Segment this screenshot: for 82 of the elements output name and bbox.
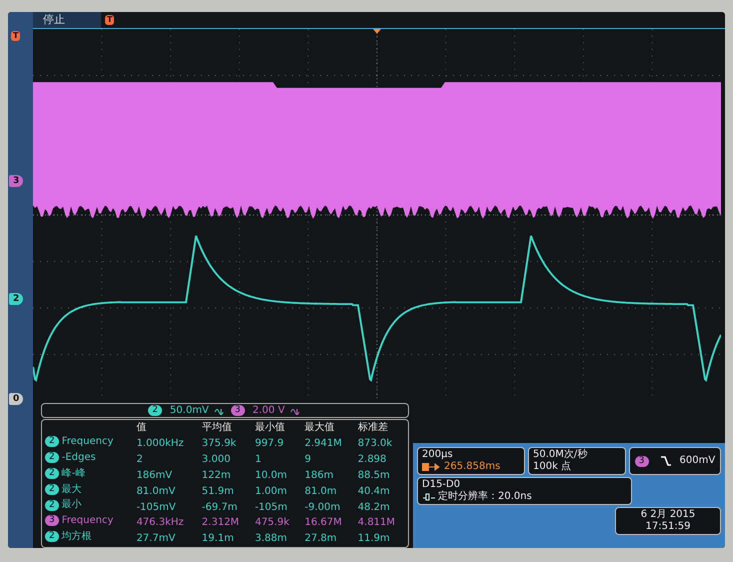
channel-badge: 3 (230, 405, 245, 416)
table-cell: 81.0mV (136, 486, 176, 497)
date: 6 2月 2015 (640, 509, 696, 521)
run-status: 停止 (33, 12, 101, 28)
table-cell: 16.67M (304, 517, 342, 528)
channel-badge: 2 (45, 484, 59, 495)
table-cell: 19.1m (202, 533, 234, 544)
table-cell: 1 (254, 454, 262, 465)
channel-marker[interactable]: 3 (9, 175, 24, 187)
table-cell: -9.00m (304, 502, 340, 513)
trigger-box[interactable]: 3 600mV (629, 447, 721, 475)
table-cell: 27.7mV (136, 533, 176, 544)
table-cell: 873.0k (358, 438, 392, 450)
table-cell: 48.2m (358, 502, 390, 513)
column-header: 平均值 (200, 421, 233, 436)
table-cell: -105m (254, 502, 288, 513)
column-header: 值 (135, 421, 148, 436)
channel-marker[interactable]: 2 (9, 293, 24, 305)
table-cell: 2.312M (202, 517, 240, 528)
table-cell: 4.811M (358, 517, 396, 528)
record-length: 100k 点 (533, 461, 572, 473)
table-cell: 122m (202, 470, 231, 481)
measurement-name: 均方根 (62, 531, 92, 543)
table-cell: 3.88m (254, 533, 287, 544)
table-cell: 1.000kHz (136, 438, 184, 450)
table-cell: 40.4m (358, 486, 390, 497)
table-cell: 11.9m (358, 533, 390, 544)
timebase-scale: 200µs (422, 449, 454, 461)
table-cell: 10.0m (254, 470, 287, 481)
column-header: 最大值 (304, 420, 336, 436)
table-cell: 51.9m (202, 486, 234, 497)
timing-resolution: 定时分辨率：20.0ns (438, 491, 532, 503)
table-cell: -69.7m (202, 502, 238, 513)
table-cell: 88.5m (358, 470, 390, 481)
digital-box[interactable]: D15-D0 定时分辨率：20.0ns (417, 477, 632, 505)
trigger-position-icon (422, 462, 442, 472)
measurement-name: -Edges (62, 452, 96, 464)
channel-marker[interactable]: 0 (9, 393, 24, 405)
falling-edge-icon (660, 455, 672, 467)
table-cell: 186mV (136, 470, 172, 481)
acquisition-box[interactable]: 50.0M次/秒 100k 点 (528, 447, 626, 475)
trigger-level: 600mV (680, 455, 716, 467)
table-cell: 2.898 (358, 454, 386, 465)
table-cell: 2.941M (304, 438, 342, 450)
measurement-name: 最小 (62, 499, 82, 511)
table-cell: 186m (304, 470, 334, 481)
time: 17:51:59 (646, 521, 690, 533)
channel-badge: 2 (45, 500, 59, 511)
channel-badge: 2 (45, 468, 59, 479)
table-cell: 2 (136, 454, 143, 465)
trigger-position: 265.858ms (444, 461, 500, 473)
measurement-name: 最大 (62, 484, 82, 495)
channel-badge: 2 (45, 452, 59, 463)
trigger-marker: T (105, 15, 114, 25)
table-cell: 27.8m (304, 533, 337, 544)
column-header: 标准差 (356, 420, 389, 436)
table-cell: 1.00m (254, 486, 287, 497)
timing-icon (422, 492, 436, 502)
vertical-scale: 2.00 V (252, 405, 285, 416)
channel-badge: 3 (45, 515, 59, 526)
table-cell: 375.9k (202, 438, 236, 450)
trigger-position-icon (373, 29, 381, 34)
column-header: 最小值 (254, 420, 286, 436)
table-cell: 81.0m (304, 486, 337, 497)
channel-badge: 2 (45, 436, 59, 448)
measurement-name: Frequency (62, 436, 114, 448)
table-cell: -105mV (136, 502, 176, 513)
channel-badge: 2 (45, 531, 59, 542)
digital-channels: D15-D0 (422, 479, 462, 490)
timebase-box[interactable]: 200µs 265.858ms (417, 447, 525, 475)
measurement-name: 峰-峰 (62, 468, 86, 480)
table-cell: 997.9 (254, 438, 284, 450)
table-cell: 476.3kHz (136, 517, 184, 528)
channel-badge: 3 (634, 456, 649, 466)
sample-rate: 50.0M次/秒 (533, 449, 588, 460)
table-cell: 9 (304, 454, 311, 465)
trigger-marker: T (11, 31, 20, 41)
vertical-scale: 50.0mV (170, 405, 209, 416)
table-cell: 475.9k (254, 517, 290, 528)
channel-badge: 2 (148, 405, 162, 416)
table-cell: 3.000 (202, 454, 230, 465)
measurement-name: Frequency (62, 515, 114, 527)
